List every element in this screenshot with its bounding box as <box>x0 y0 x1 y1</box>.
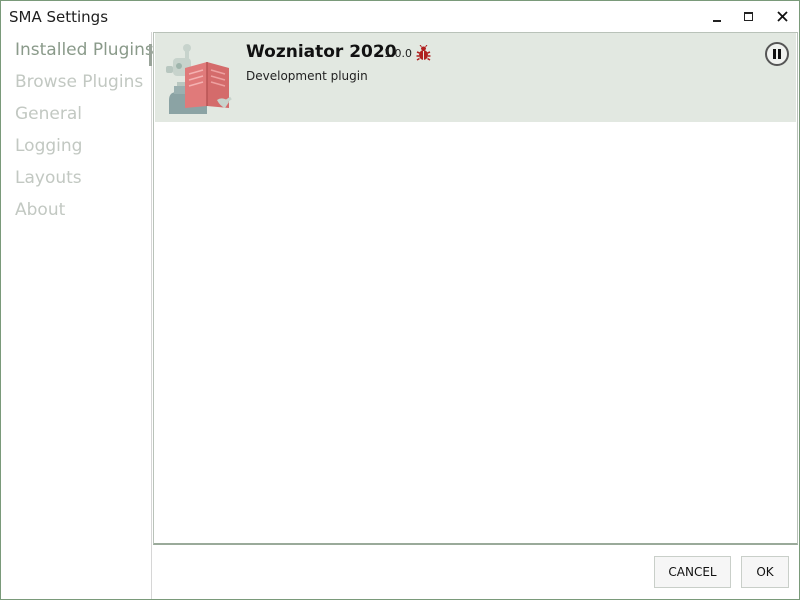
sidebar-item-browse-plugins[interactable]: Browse Plugins <box>15 72 143 92</box>
plugin-description: Development plugin <box>246 69 368 83</box>
pause-plugin-button[interactable] <box>765 42 789 66</box>
maximize-icon <box>743 12 753 21</box>
close-icon <box>776 11 788 22</box>
ok-button[interactable]: OK <box>741 556 789 588</box>
sidebar-divider <box>151 32 152 599</box>
window-title: SMA Settings <box>9 8 109 26</box>
plugin-list-item[interactable]: Wozniator 2020 1.0.0 Development plugin <box>155 33 796 122</box>
close-button[interactable] <box>766 1 798 32</box>
title-bar[interactable]: SMA Settings <box>1 1 799 32</box>
sidebar-item-logging[interactable]: Logging <box>15 136 82 156</box>
sidebar-item-installed-plugins[interactable]: Installed Plugins <box>15 40 154 60</box>
active-nav-indicator <box>149 44 152 66</box>
settings-window: SMA Settings Installed Plugins Browse Pl… <box>0 0 800 600</box>
cancel-button[interactable]: CANCEL <box>654 556 731 588</box>
plugin-version: 1.0.0 <box>384 47 412 60</box>
plugin-list: Wozniator 2020 1.0.0 Development plugin <box>153 32 798 545</box>
pause-icon <box>773 49 776 59</box>
sidebar: Installed Plugins Browse Plugins General… <box>1 32 154 599</box>
maximize-button[interactable] <box>732 1 764 32</box>
plugin-book-robot-icon <box>166 44 232 114</box>
dialog-footer: CANCEL OK <box>152 547 799 599</box>
sidebar-item-about[interactable]: About <box>15 200 65 220</box>
minimize-icon <box>713 19 721 22</box>
sidebar-item-layouts[interactable]: Layouts <box>15 168 82 188</box>
bug-icon <box>416 45 431 61</box>
plugin-name: Wozniator 2020 <box>246 42 397 62</box>
minimize-button[interactable] <box>701 1 733 32</box>
sidebar-item-general[interactable]: General <box>15 104 82 124</box>
